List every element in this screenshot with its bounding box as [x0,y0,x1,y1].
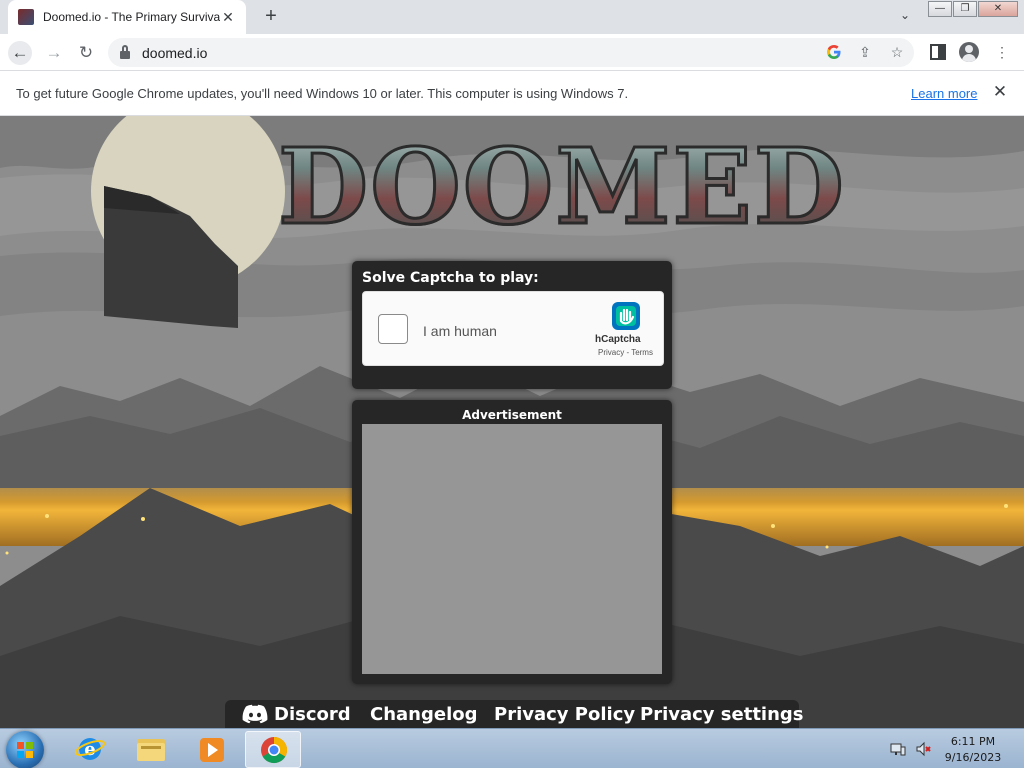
tab-search-icon[interactable]: ⌄ [896,8,914,26]
new-tab-button[interactable]: + [260,5,282,27]
media-player-icon[interactable] [184,731,240,768]
side-panel-icon[interactable] [928,42,948,62]
ad-slot[interactable] [362,424,662,674]
close-window-button[interactable]: ✕ [978,1,1018,17]
windows-flag-icon [17,742,33,758]
chrome-tab-bar: Doomed.io - The Primary Survival ✕ + ⌄ —… [0,0,1024,34]
tab-title: Doomed.io - The Primary Survival [43,10,221,24]
back-icon[interactable]: ← [8,41,32,65]
captcha-title: Solve Captcha to play: [362,270,539,286]
learn-more-link[interactable]: Learn more [911,86,977,101]
bookmark-star-icon[interactable]: ☆ [888,43,906,61]
hcaptcha-widget: I am human hCaptcha Privacy - Terms [362,291,664,366]
profile-icon[interactable] [959,42,979,62]
ad-panel: Advertisement [352,400,672,684]
google-icon[interactable] [825,43,843,61]
screen: Doomed.io - The Primary Survival ✕ + ⌄ —… [0,0,1024,768]
captcha-checkbox[interactable] [378,314,408,344]
system-clock[interactable]: 6:11 PM 9/16/2023 [936,734,1010,766]
hcaptcha-logo-icon [612,302,640,330]
ad-label: Advertisement [462,408,562,422]
file-explorer-icon[interactable] [123,731,179,768]
infobar-close-icon[interactable]: ✕ [990,82,1010,102]
windows-start-icon[interactable] [6,731,44,768]
chrome-toolbar: ← → ↻ doomed.io ⇪ ☆ ⋮ [0,34,1024,71]
menu-icon[interactable]: ⋮ [992,42,1012,62]
volume-muted-icon[interactable] [915,741,931,757]
lock-icon[interactable] [120,45,130,59]
update-infobar: To get future Google Chrome updates, you… [0,71,1024,116]
favicon-icon [18,9,34,25]
infobar-message: To get future Google Chrome updates, you… [16,86,629,101]
tab-close-icon[interactable]: ✕ [220,9,236,26]
clock-time: 6:11 PM [950,735,996,748]
internet-explorer-icon[interactable]: e [62,731,118,768]
game-logo: DOOMED IO [277,126,846,365]
forward-icon[interactable]: → [42,41,66,65]
address-bar[interactable]: doomed.io ⇪ ☆ [108,38,914,67]
hcaptcha-links[interactable]: Privacy - Terms [598,348,653,357]
reload-icon[interactable]: ↻ [74,41,98,65]
clock-date: 9/16/2023 [944,751,1002,764]
captcha-panel: Solve Captcha to play: I am human hCaptc… [352,261,672,389]
captcha-checkbox-label[interactable]: I am human [423,323,497,339]
url-text[interactable]: doomed.io [142,45,207,61]
changelog-link[interactable]: Changelog [370,704,478,725]
hcaptcha-brand: hCaptcha [595,334,641,345]
discord-link[interactable]: Discord [274,704,351,725]
privacy-settings-link[interactable]: Privacy settings [640,704,804,725]
page-viewport: DOOMED IO Solve Captcha to play: I am hu… [0,116,1024,728]
share-icon[interactable]: ⇪ [856,43,874,61]
chrome-icon[interactable] [245,731,301,768]
minimize-button[interactable]: — [928,1,952,17]
network-icon[interactable] [890,741,906,757]
discord-icon[interactable] [242,704,268,724]
footer-links: Discord Changelog Privacy Policy Privacy… [225,700,804,728]
restore-button[interactable]: ❐ [953,1,977,17]
windows-taskbar: e 6:11 PM 9/16/2023 [0,728,1024,768]
browser-tab[interactable]: Doomed.io - The Primary Survival ✕ [8,0,246,34]
privacy-policy-link[interactable]: Privacy Policy [494,704,635,725]
